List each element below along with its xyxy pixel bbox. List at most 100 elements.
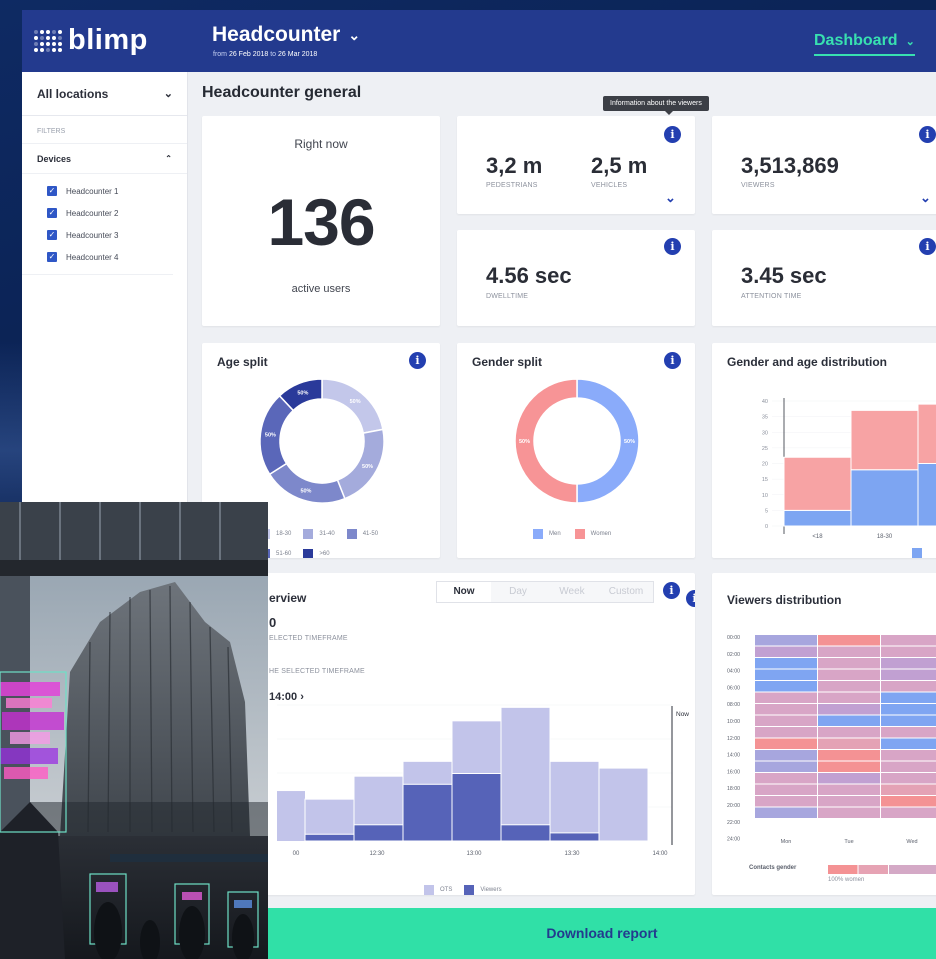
info-icon[interactable]: i (919, 238, 936, 255)
slice-label: 50% (297, 391, 308, 397)
device-item[interactable]: ✓ Headcounter 4 (47, 246, 173, 268)
y-tick-label: 5 (765, 508, 768, 514)
hour-label: 22:00 (727, 820, 740, 826)
device-item[interactable]: ✓ Headcounter 1 (47, 180, 173, 202)
heatmap-cell (881, 773, 936, 784)
heatmap-cell (755, 738, 817, 749)
checkbox-checked-icon[interactable]: ✓ (47, 230, 57, 240)
location-select[interactable]: All locations ⌄ (22, 72, 187, 116)
overview-chart: Now 00 12:30 13:00 13:30 14:00 (277, 704, 689, 857)
device-list: ✓ Headcounter 1 ✓ Headcounter 2 ✓ Headcount… (22, 174, 173, 275)
attention-label: ATTENTION TIME (741, 293, 802, 300)
heatmap-cell (818, 727, 880, 738)
heatmap-cell (818, 715, 880, 726)
heatmap-cell (755, 692, 817, 703)
heatmap-cell (881, 715, 936, 726)
tab-day[interactable]: Day (491, 582, 545, 602)
expand-chevron-icon[interactable]: ⌄ (665, 190, 676, 206)
tab-custom[interactable]: Custom (599, 582, 653, 602)
checkbox-checked-icon[interactable]: ✓ (47, 208, 57, 218)
legend-label: 41-50 (362, 531, 379, 537)
hour-label: 08:00 (727, 702, 740, 708)
gender-legend: Men Women (533, 529, 611, 539)
donut-slice (268, 462, 346, 504)
expand-chevron-icon[interactable]: ⌄ (920, 190, 931, 206)
right-now-card: Right now 136 active users (202, 116, 440, 326)
info-icon[interactable]: i (919, 126, 936, 143)
hour-label: 20:00 (727, 803, 740, 809)
legend-label: Women (590, 531, 612, 537)
info-icon[interactable]: i (664, 126, 681, 143)
bar-viewers (549, 832, 600, 842)
viewers-distribution-card: Viewers distribution 00:00 02:00 04:00 06:0… (712, 573, 936, 895)
dashboard-nav-label: Dashboard (814, 32, 898, 49)
y-tick-label: 0 (765, 524, 768, 530)
bar-ots (277, 791, 305, 841)
heatmap-cell (881, 658, 936, 669)
logo[interactable]: blimp (34, 24, 148, 57)
heatmap-cell (755, 796, 817, 807)
bar-men (783, 509, 852, 527)
overview-legend: OTS Viewers (424, 885, 502, 895)
heatmap-cell (818, 669, 880, 680)
heatmap-cell (881, 738, 936, 749)
download-report-button[interactable]: Download report (268, 908, 936, 959)
hour-label: 06:00 (727, 685, 740, 691)
heatmap-cell (755, 715, 817, 726)
dwelltime-card: i 4.56 sec DWELLTIME (457, 230, 695, 326)
attention-value: 3.45 sec (741, 263, 827, 288)
app-title-dropdown[interactable]: Headcounter ⌄ (212, 23, 360, 47)
legend-label: 51-60 (276, 551, 292, 557)
legend-label: Viewers (480, 887, 502, 893)
heatmap-cell (755, 669, 817, 680)
tab-now[interactable]: Now (437, 582, 491, 602)
chevron-down-icon: ⌄ (905, 35, 915, 48)
heatmap-cell (818, 658, 880, 669)
street-scene-image (0, 502, 268, 959)
x-tick-label: 18-30 (877, 534, 893, 540)
heatmap-cell (755, 807, 817, 818)
info-icon[interactable]: i (663, 582, 680, 599)
y-tick-label: 20 (762, 462, 768, 468)
device-item[interactable]: ✓ Headcounter 2 (47, 202, 173, 224)
tab-week[interactable]: Week (545, 582, 599, 602)
hour-label: 14:00 (727, 753, 740, 759)
chevron-down-icon: ⌄ (163, 88, 173, 100)
viewers-value: 3,513,869 (741, 153, 839, 178)
hour-label: 10:00 (727, 719, 740, 725)
heatmap-cell (755, 681, 817, 692)
section-title: Headcounter general (202, 84, 362, 101)
checkbox-checked-icon[interactable]: ✓ (47, 252, 57, 262)
gender-split-card: Gender split i 50% 50% Men Women (457, 343, 695, 558)
age-legend: 18-30 31-40 41-50 (260, 529, 378, 539)
bar-women (783, 456, 852, 511)
device-label: Headcounter 2 (66, 208, 119, 218)
device-item[interactable]: ✓ Headcounter 3 (47, 224, 173, 246)
hour-label: 18:00 (727, 786, 740, 792)
y-tick-label: 40 (762, 399, 768, 405)
top-bar: blimp Headcounter ⌄ from 26 Feb 2018 to … (22, 10, 936, 72)
legend-label: 31-40 (319, 531, 335, 537)
bar-viewers (304, 833, 355, 842)
dwelltime-label: DWELLTIME (486, 293, 529, 300)
heatmap-cell (881, 761, 936, 772)
bar-ots (549, 760, 600, 842)
info-icon[interactable]: i (664, 238, 681, 255)
pedestrians-label: PEDESTRIANS (486, 182, 538, 189)
x-tick-label: <18 (812, 534, 823, 540)
heatmap-cell (818, 681, 880, 692)
age-legend-row2: 51-60 >60 (260, 549, 330, 558)
bar-viewers (353, 824, 404, 842)
heatmap-cell (881, 784, 936, 795)
devices-collapse-toggle[interactable]: Devices ⌃ (22, 144, 187, 174)
dashboard-nav-dropdown[interactable]: Dashboard ⌄ (814, 32, 915, 56)
viewers-label: VIEWERS (741, 182, 775, 189)
contacts-gender-gradient (828, 865, 936, 874)
bar-viewers (402, 783, 453, 842)
hour-label: 02:00 (727, 652, 740, 658)
checkbox-checked-icon[interactable]: ✓ (47, 186, 57, 196)
heatmap-cell (818, 796, 880, 807)
heatmap-cell (881, 692, 936, 703)
legend-label: Men (549, 531, 561, 537)
bar-ots (598, 767, 649, 842)
